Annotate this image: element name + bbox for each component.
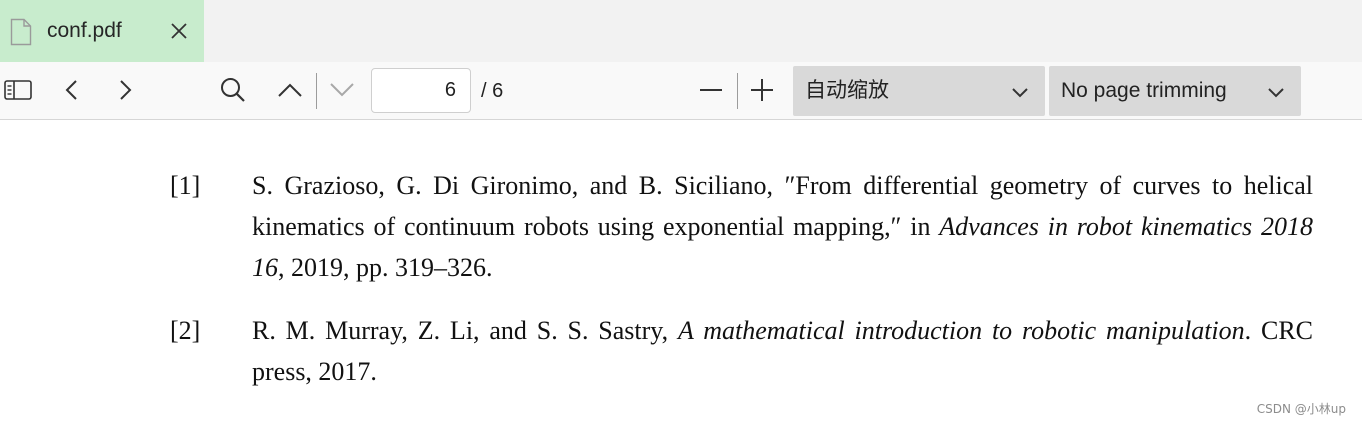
close-icon[interactable]: [168, 20, 190, 42]
tab-conf-pdf[interactable]: conf.pdf: [0, 0, 204, 62]
back-icon[interactable]: [57, 75, 87, 105]
toolbar-divider: [737, 73, 738, 109]
reference-title: A mathematical introduction to robotic m…: [677, 316, 1245, 345]
reference-entry: S. Grazioso, G. Di Gironimo, and B. Sici…: [252, 165, 1313, 288]
pdf-toolbar: / 6 自动缩放 No page trimming: [0, 62, 1362, 120]
zoom-select-label: 自动缩放: [805, 79, 889, 102]
previous-page-icon[interactable]: [275, 75, 305, 105]
reference-authors: S. Grazioso, G. Di Gironimo, and B. Sici…: [252, 171, 785, 200]
reference-tail: , 2019, pp. 319–326.: [278, 253, 493, 282]
chevron-down-icon: [1267, 83, 1285, 101]
reference-entry: R. M. Murray, Z. Li, and S. S. Sastry, A…: [252, 310, 1313, 392]
page-total: / 6: [481, 80, 504, 102]
chevron-down-icon: [1011, 83, 1029, 101]
watermark: CSDN @小林up: [1256, 402, 1346, 416]
reference-number: [2]: [170, 316, 201, 345]
reference-in: in: [901, 212, 940, 241]
forward-icon[interactable]: [110, 75, 140, 105]
sidebar-toggle-icon[interactable]: [3, 75, 33, 105]
zoom-select[interactable]: 自动缩放: [793, 66, 1045, 116]
trim-select-label: No page trimming: [1061, 79, 1227, 102]
search-icon[interactable]: [218, 75, 248, 105]
zoom-in-icon[interactable]: [747, 75, 777, 105]
file-icon: [10, 18, 32, 46]
reference-authors: R. M. Murray, Z. Li, and S. S. Sastry,: [252, 316, 678, 345]
zoom-out-icon[interactable]: [696, 75, 726, 105]
reference-number: [1]: [170, 171, 201, 200]
tab-title: conf.pdf: [47, 19, 122, 42]
tab-strip: conf.pdf: [0, 0, 1362, 62]
trim-select[interactable]: No page trimming: [1049, 66, 1301, 116]
page-number-input[interactable]: [371, 68, 471, 113]
toolbar-divider: [316, 73, 317, 109]
pdf-page: [1] S. Grazioso, G. Di Gironimo, and B. …: [0, 121, 1362, 426]
next-page-icon[interactable]: [327, 75, 357, 105]
